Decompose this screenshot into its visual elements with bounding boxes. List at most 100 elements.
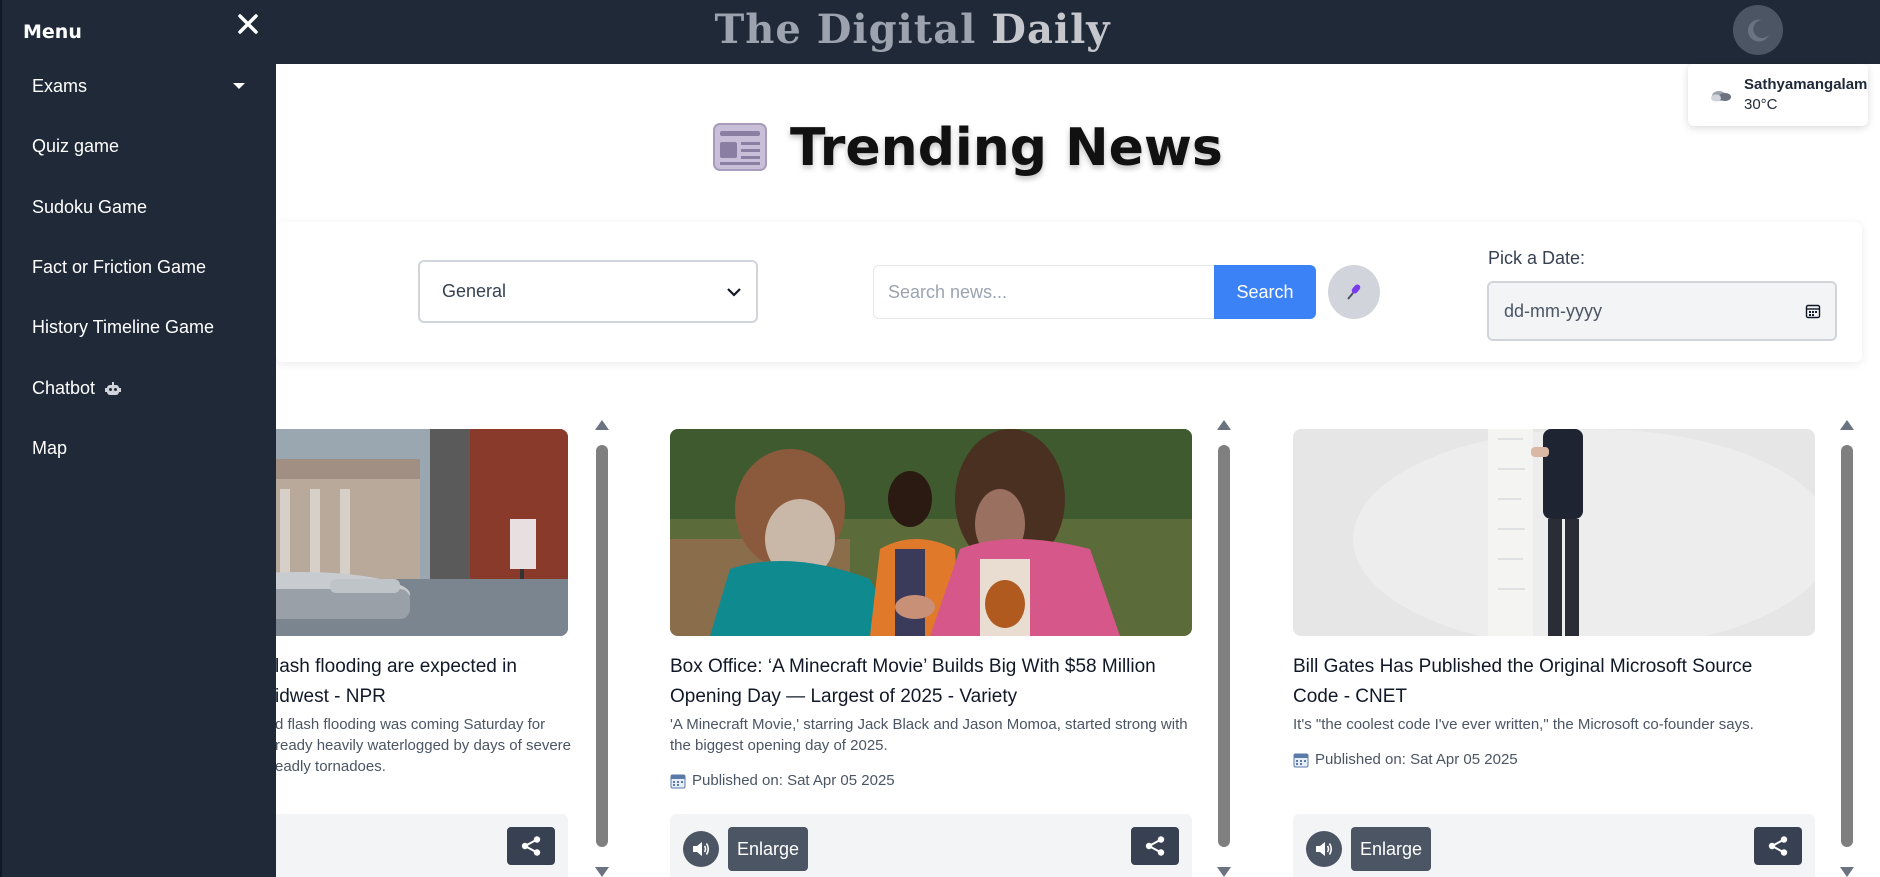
news-description-line: d flash flooding was coming Saturday for bbox=[275, 716, 546, 733]
enlarge-button[interactable]: Enlarge bbox=[728, 827, 809, 871]
news-title-line: Box Office: ‘A Minecraft Movie’ Builds B… bbox=[670, 656, 1156, 677]
share-icon bbox=[1145, 836, 1165, 856]
page-title: Trending News bbox=[790, 118, 1223, 178]
chevron-down-icon bbox=[727, 287, 741, 297]
calendar-icon[interactable] bbox=[1805, 303, 1821, 319]
speaker-icon bbox=[1316, 842, 1333, 856]
page: The Digital Daily Sathyamangalam 30°C Tr… bbox=[0, 0, 1880, 877]
scroll-thumb[interactable] bbox=[596, 445, 608, 847]
newspaper-icon bbox=[713, 123, 767, 171]
robot-icon bbox=[105, 381, 122, 395]
menu-item-chatbot[interactable]: Chatbot bbox=[32, 378, 122, 399]
scroll-thumb[interactable] bbox=[1218, 445, 1230, 847]
news-description: 'A Minecraft Movie,' starring Jack Black… bbox=[670, 714, 1200, 756]
news-card[interactable]: Bill Gates Has Published the Original Mi… bbox=[1271, 412, 1866, 877]
news-description-line: eadly tornadoes. bbox=[275, 758, 386, 775]
card-scrollbar[interactable] bbox=[594, 412, 610, 877]
date-placeholder: dd-mm-yyyy bbox=[1504, 300, 1602, 321]
menu-item-label: Fact or Friction Game bbox=[32, 257, 207, 277]
voice-search-button[interactable] bbox=[1328, 265, 1380, 319]
menu-item-label: Chatbot bbox=[32, 378, 96, 398]
share-icon bbox=[1768, 836, 1788, 856]
news-title[interactable]: lash flooding are expected in idwest - N… bbox=[275, 652, 575, 712]
scroll-thumb[interactable] bbox=[1841, 445, 1853, 847]
menu-item-quiz-game[interactable]: Quiz game bbox=[32, 136, 119, 157]
category-select-value: General bbox=[442, 281, 507, 301]
menu-item-fact-or-friction[interactable]: Fact or Friction Game bbox=[32, 257, 206, 278]
search-input[interactable] bbox=[873, 265, 1214, 319]
news-card-footer: Enlarge bbox=[670, 814, 1192, 877]
scroll-down-arrow[interactable] bbox=[1217, 867, 1231, 877]
page-heading: Trending News bbox=[710, 118, 1223, 178]
enlarge-button[interactable]: Enlarge bbox=[1351, 827, 1432, 871]
menu-item-label: Exams bbox=[32, 76, 88, 96]
share-button[interactable] bbox=[1131, 827, 1179, 865]
scroll-up-arrow[interactable] bbox=[1217, 420, 1231, 430]
read-aloud-button[interactable] bbox=[1306, 831, 1342, 867]
side-menu: Menu Exams Quiz game Sudoku Game Fact or… bbox=[0, 0, 276, 877]
news-description: It's "the coolest code I've ever written… bbox=[1293, 714, 1823, 735]
published-date-text: Published on: Sat Apr 05 2025 bbox=[1315, 751, 1518, 768]
site-title-main: The Digital bbox=[714, 6, 977, 53]
scroll-up-arrow[interactable] bbox=[595, 420, 609, 430]
menu-item-exams[interactable]: Exams bbox=[32, 76, 87, 97]
scroll-down-arrow[interactable] bbox=[1840, 867, 1854, 877]
news-description-line: It's "the coolest code I've ever written… bbox=[1293, 716, 1754, 733]
news-title-line: Opening Day — Largest of 2025 - Variety bbox=[670, 686, 1018, 707]
close-icon[interactable] bbox=[235, 11, 261, 37]
weather-city: Sathyamangalam bbox=[1744, 76, 1868, 93]
news-title-line: Bill Gates Has Published the Original Mi… bbox=[1293, 656, 1753, 677]
share-icon bbox=[521, 836, 541, 856]
menu-item-history-timeline[interactable]: History Timeline Game bbox=[32, 317, 214, 338]
microphone-icon bbox=[1347, 284, 1361, 300]
news-description-line: 'A Minecraft Movie,' starring Jack Black… bbox=[670, 716, 1188, 733]
card-scrollbar[interactable] bbox=[1216, 412, 1232, 877]
news-card[interactable]: Box Office: ‘A Minecraft Movie’ Builds B… bbox=[648, 412, 1243, 877]
news-title-line: idwest - NPR bbox=[275, 686, 386, 707]
weather-text: Sathyamangalam 30°C bbox=[1744, 75, 1867, 115]
filter-panel: General Search Pick a Date: dd-mm-yyyy bbox=[276, 222, 1862, 362]
share-button[interactable] bbox=[507, 827, 555, 865]
menu-item-label: Quiz game bbox=[32, 136, 120, 156]
published-date: Published on: Sat Apr 05 2025 bbox=[670, 772, 895, 789]
movie-photo bbox=[670, 429, 1192, 636]
date-input[interactable]: dd-mm-yyyy bbox=[1487, 281, 1837, 341]
news-title-line: Code - CNET bbox=[1293, 686, 1408, 707]
weather-temperature: 30°C bbox=[1744, 96, 1778, 113]
calendar-icon bbox=[670, 774, 686, 788]
moon-icon bbox=[1747, 19, 1769, 42]
top-navbar: The Digital Daily bbox=[0, 0, 1880, 64]
published-date: Published on: Sat Apr 05 2025 bbox=[1293, 751, 1518, 768]
news-card-footer: Enlarge bbox=[1293, 814, 1815, 877]
code-printout-photo bbox=[1293, 429, 1815, 636]
menu-item-label: Sudoku Game bbox=[32, 197, 148, 217]
menu-item-sudoku-game[interactable]: Sudoku Game bbox=[32, 197, 147, 218]
speaker-icon bbox=[693, 842, 710, 856]
menu-item-label: History Timeline Game bbox=[32, 317, 215, 337]
news-title[interactable]: Box Office: ‘A Minecraft Movie’ Builds B… bbox=[670, 652, 1200, 712]
scroll-up-arrow[interactable] bbox=[1840, 420, 1854, 430]
news-title[interactable]: Bill Gates Has Published the Original Mi… bbox=[1293, 652, 1823, 712]
caret-down-icon[interactable] bbox=[233, 83, 245, 89]
search-button[interactable]: Search bbox=[1214, 265, 1316, 319]
menu-item-map[interactable]: Map bbox=[32, 438, 67, 459]
news-description: d flash flooding was coming Saturday for… bbox=[275, 714, 575, 777]
news-image[interactable] bbox=[1293, 429, 1815, 636]
news-description-line: ready heavily waterlogged by days of sev… bbox=[275, 737, 572, 754]
menu-item-label: Map bbox=[32, 438, 68, 458]
published-date-text: Published on: Sat Apr 05 2025 bbox=[692, 772, 895, 789]
category-select[interactable]: General bbox=[418, 260, 758, 323]
share-button[interactable] bbox=[1754, 827, 1802, 865]
news-title-line: lash flooding are expected in bbox=[275, 656, 517, 677]
cloud-icon bbox=[1711, 91, 1731, 102]
menu-title: Menu bbox=[23, 21, 82, 43]
news-description-line: the biggest opening day of 2025. bbox=[670, 737, 888, 754]
news-image[interactable] bbox=[670, 429, 1192, 636]
scroll-down-arrow[interactable] bbox=[595, 867, 609, 877]
weather-widget: Sathyamangalam 30°C bbox=[1688, 64, 1868, 126]
calendar-icon bbox=[1293, 753, 1309, 767]
card-scrollbar[interactable] bbox=[1839, 412, 1855, 877]
read-aloud-button[interactable] bbox=[683, 831, 719, 867]
theme-toggle-button[interactable] bbox=[1733, 5, 1783, 55]
site-title-accent: Daily bbox=[991, 6, 1111, 53]
